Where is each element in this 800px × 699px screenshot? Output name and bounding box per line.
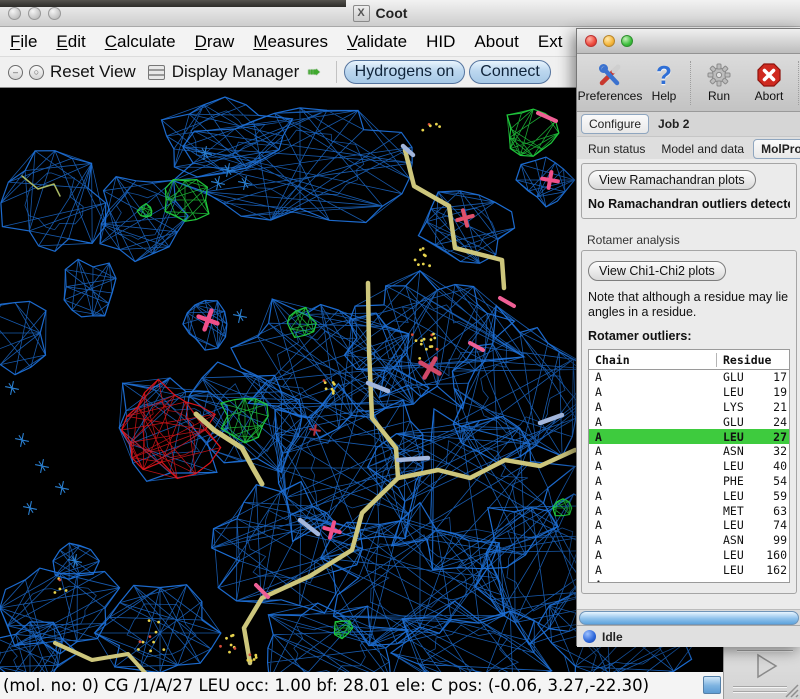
run-gear-icon: [706, 62, 732, 88]
tab-model-and-data[interactable]: Model and data: [654, 140, 751, 158]
table-row[interactable]: AASN99: [589, 533, 789, 548]
panel-groove: [733, 686, 787, 688]
rotamer-outliers-label: Rotamer outliers:: [588, 329, 790, 343]
chain-column-header[interactable]: Chain: [589, 353, 717, 367]
dialog-zoom-button[interactable]: [621, 35, 633, 47]
table-row[interactable]: ALEU27: [589, 429, 789, 444]
atom-status-text: (mol. no: 0) CG /1/A/27 LEU occ: 1.00 bf…: [3, 676, 649, 695]
table-row[interactable]: ALEU160: [589, 548, 789, 563]
rotamer-analysis-section: View Chi1-Chi2 plots Note that although …: [581, 250, 797, 594]
tab-configure[interactable]: Configure: [581, 114, 649, 134]
dialog-toolbar: Preferences ? Help: [577, 54, 800, 112]
play-triangle-icon[interactable]: [752, 653, 782, 681]
table-row[interactable]: APHE54: [589, 474, 789, 489]
table-row[interactable]: A: [589, 577, 789, 583]
x11-icon: X: [353, 5, 370, 22]
menu-file[interactable]: File: [10, 32, 37, 52]
help-icon: ?: [656, 62, 672, 88]
status-color-chip: [703, 676, 721, 694]
view-ramachandran-plots-button[interactable]: View Ramachandran plots: [588, 170, 756, 190]
menu-validate[interactable]: Validate: [347, 32, 407, 52]
table-row[interactable]: AMET63: [589, 503, 789, 518]
tab-molprobit[interactable]: MolProbit: [753, 139, 800, 159]
rotamer-outliers-table[interactable]: Chain Residue AGLU17ALEU19ALYS21AGLU24AL…: [588, 349, 790, 583]
table-row[interactable]: AGLU24: [589, 414, 789, 429]
table-row[interactable]: ALEU59: [589, 488, 789, 503]
preferences-button[interactable]: Preferences: [579, 62, 641, 103]
panel-groove: [737, 650, 793, 652]
protein-tab-content: View Ramachandran plots No Ramachandran …: [577, 159, 800, 609]
rotamer-note-text: Note that although a residue may lie ang…: [588, 290, 790, 320]
preferences-icon: [597, 62, 623, 88]
green-arrow-icon[interactable]: ➠: [307, 62, 320, 82]
table-row[interactable]: ALEU40: [589, 459, 789, 474]
dialog-statusbar: Idle: [577, 625, 800, 647]
table-header[interactable]: Chain Residue: [589, 350, 789, 370]
side-panel-fragment: [723, 640, 800, 699]
status-ball-icon: [583, 630, 596, 643]
connect-button[interactable]: Connect: [469, 60, 551, 84]
menu-about[interactable]: About: [474, 32, 518, 52]
help-button[interactable]: ? Help: [641, 62, 687, 103]
panel-groove: [733, 691, 787, 693]
abort-button[interactable]: Abort: [743, 62, 795, 103]
display-manager-icon[interactable]: [148, 65, 165, 80]
background-window-edge: [0, 0, 346, 7]
tab-job-2[interactable]: Job 2: [651, 115, 696, 133]
dialog-minimize-button[interactable]: [603, 35, 615, 47]
table-row[interactable]: ALEU162: [589, 562, 789, 577]
table-row[interactable]: ALEU19: [589, 385, 789, 400]
ramachandran-status-text: No Ramachandran outliers detecte: [588, 197, 790, 211]
dialog-toolbar-separator: [690, 61, 692, 105]
table-body: AGLU17ALEU19ALYS21AGLU24ALEU27AASN32ALEU…: [589, 370, 789, 583]
molprobity-dialog: Preferences ? Help: [576, 28, 800, 646]
dialog-tab-row-0: ConfigureJob 2: [577, 112, 800, 137]
table-row[interactable]: AGLU17: [589, 370, 789, 385]
dialog-close-button[interactable]: [585, 35, 597, 47]
resize-grip[interactable]: [784, 683, 799, 698]
rotamer-analysis-label: Rotamer analysis: [587, 233, 800, 247]
window-title-text: Coot: [376, 5, 408, 21]
reset-view-button[interactable]: Reset View: [50, 62, 136, 82]
menu-hid[interactable]: HID: [426, 32, 455, 52]
ramachandran-section: View Ramachandran plots No Ramachandran …: [581, 163, 797, 219]
run-button[interactable]: Run: [695, 62, 743, 103]
undo-icon[interactable]: –: [8, 65, 23, 80]
tab-run-status[interactable]: Run status: [581, 140, 652, 158]
display-manager-button[interactable]: Display Manager: [172, 62, 300, 82]
help-label: Help: [652, 89, 677, 103]
menu-draw[interactable]: Draw: [195, 32, 235, 52]
dialog-horizontal-scrollbar[interactable]: [577, 609, 800, 625]
menu-edit[interactable]: Edit: [56, 32, 85, 52]
dialog-status-text: Idle: [602, 630, 623, 644]
menu-calculate[interactable]: Calculate: [105, 32, 176, 52]
abort-icon: [756, 62, 782, 88]
run-label: Run: [708, 89, 730, 103]
hydrogens-toggle-button[interactable]: Hydrogens on: [344, 60, 466, 84]
table-row[interactable]: AASN32: [589, 444, 789, 459]
table-row[interactable]: ALYS21: [589, 400, 789, 415]
main-statusbar: (mol. no: 0) CG /1/A/27 LEU occ: 1.00 bf…: [0, 672, 800, 699]
menu-ext[interactable]: Ext: [538, 32, 563, 52]
toolbar-separator: [336, 61, 337, 83]
scrollbar-thumb[interactable]: [579, 611, 799, 625]
preferences-label: Preferences: [578, 89, 643, 103]
abort-label: Abort: [755, 89, 784, 103]
redo-icon[interactable]: ○: [29, 65, 44, 80]
dialog-titlebar[interactable]: [577, 29, 800, 54]
residue-column-header[interactable]: Residue: [717, 353, 789, 367]
table-row[interactable]: ALEU74: [589, 518, 789, 533]
view-chi1-chi2-plots-button[interactable]: View Chi1-Chi2 plots: [588, 261, 726, 281]
menu-measures[interactable]: Measures: [253, 32, 328, 52]
